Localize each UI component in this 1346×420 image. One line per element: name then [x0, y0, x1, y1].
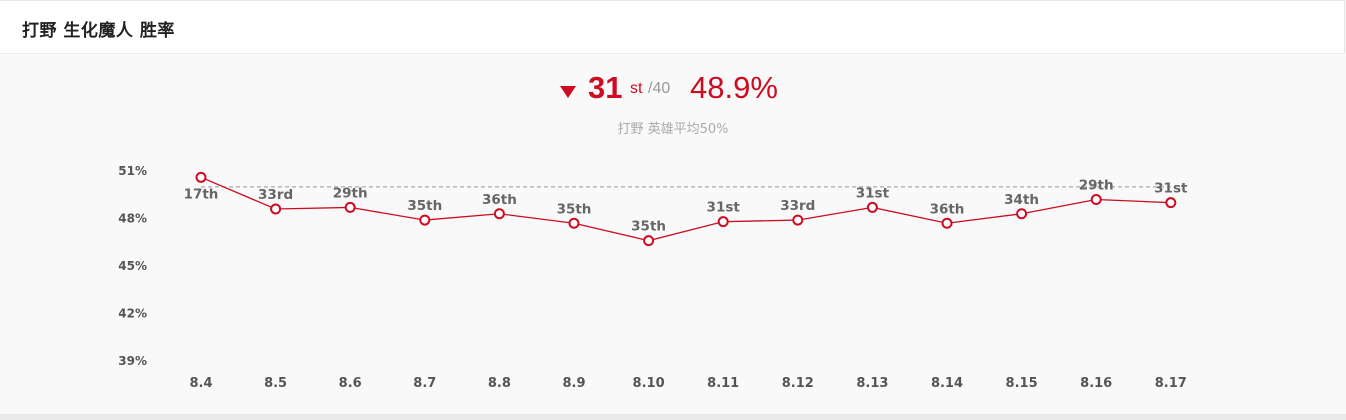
point-rank-label: 29th [333, 185, 368, 201]
data-point-marker [493, 208, 505, 220]
x-tick-label: 8.10 [633, 376, 665, 391]
x-tick-label: 8.14 [931, 376, 963, 391]
x-tick-label: 8.13 [856, 376, 888, 391]
x-tick-label: 8.16 [1080, 376, 1112, 391]
x-tick-label: 8.11 [707, 376, 739, 391]
point-rank-label: 17th [184, 186, 219, 202]
y-tick-label: 48% [118, 212, 147, 226]
data-point-marker [792, 214, 804, 226]
data-point-marker [270, 203, 282, 215]
y-tick-label: 42% [118, 307, 147, 321]
point-rank-label: 31st [856, 185, 890, 201]
point-rank-label: 36th [482, 192, 517, 208]
y-tick-label: 45% [118, 259, 147, 273]
x-tick-label: 8.6 [339, 376, 362, 391]
x-tick-label: 8.7 [413, 376, 436, 391]
x-tick-label: 8.5 [264, 376, 287, 391]
data-point-marker [941, 217, 953, 229]
win-rate-card: 打野 生化魔人 胜率 31 st /40 48.9% 打野 英雄平均50% 51… [0, 0, 1346, 420]
point-rank-label: 35th [631, 219, 666, 235]
data-point-marker [643, 235, 655, 247]
x-tick-label: 8.4 [189, 376, 212, 391]
point-rank-label: 31st [707, 200, 741, 216]
point-rank-label: 36th [930, 201, 965, 217]
point-rank-label: 31st [1154, 181, 1188, 197]
y-tick-label: 39% [118, 354, 147, 368]
x-tick-label: 8.15 [1006, 376, 1038, 391]
x-tick-label: 8.17 [1155, 376, 1187, 391]
data-point-marker [419, 214, 431, 226]
data-point-marker [1016, 208, 1028, 220]
point-rank-label: 33rd [780, 198, 815, 214]
data-point-marker [866, 201, 878, 213]
point-rank-label: 35th [557, 201, 592, 217]
data-point-marker [1090, 194, 1102, 205]
win-rate-line-chart: 51% 48% 45% 42% 39% 8.4 8.5 8.6 8.7 8.8 8.9 8.10 8.1… [118, 164, 1188, 391]
x-tick-label: 8.12 [782, 376, 814, 391]
data-point-marker [1165, 197, 1177, 209]
x-tick-label: 8.9 [562, 376, 585, 391]
point-rank-label: 29th [1079, 178, 1114, 194]
point-rank-label: 34th [1004, 192, 1039, 208]
data-point-marker [568, 217, 580, 229]
data-point-marker [344, 201, 356, 213]
x-tick-label: 8.8 [488, 376, 511, 391]
y-tick-label: 51% [118, 164, 147, 178]
point-rank-label: 35th [407, 198, 442, 214]
data-point-marker [717, 216, 729, 228]
data-point-marker [195, 171, 207, 183]
bottom-divider [0, 414, 1346, 420]
point-rank-label: 33rd [258, 187, 293, 203]
